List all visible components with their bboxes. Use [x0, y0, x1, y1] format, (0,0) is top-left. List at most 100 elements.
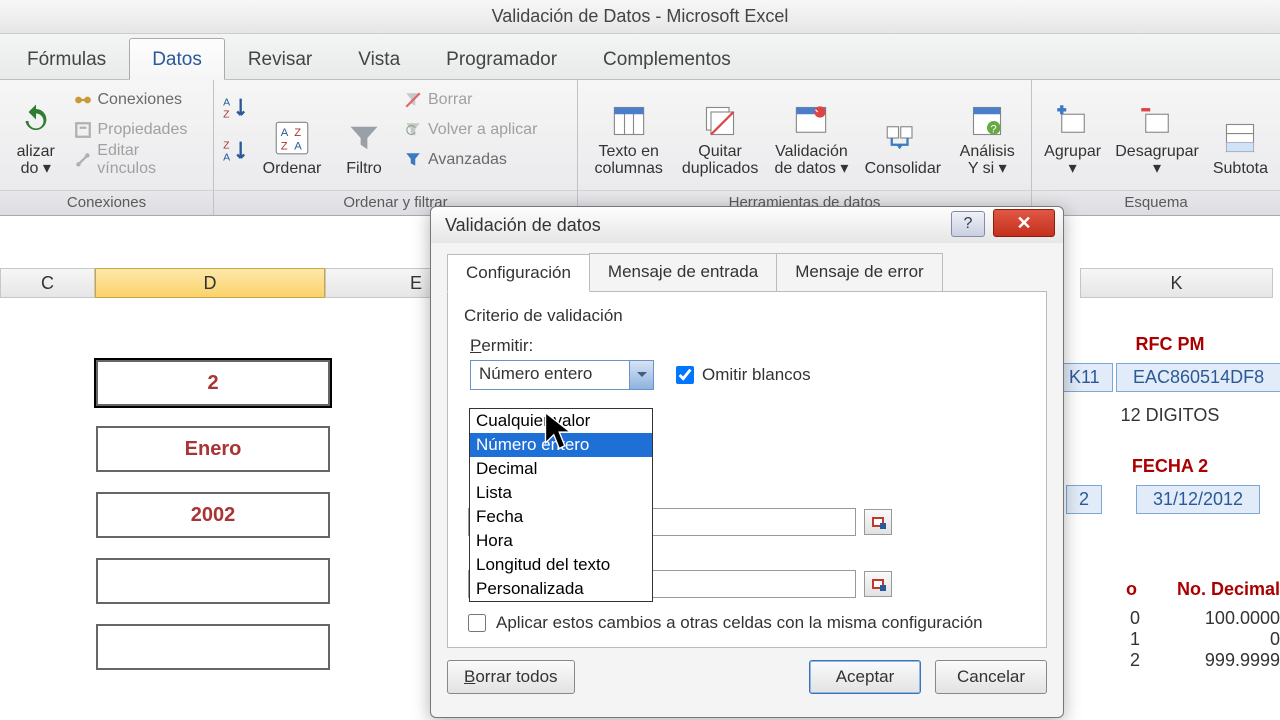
- consolidar-button[interactable]: Consolidar: [860, 86, 945, 180]
- borrar-todos-button[interactable]: BBorrar todosorrar todos: [447, 660, 575, 694]
- quitar-duplicados-button[interactable]: Quitar duplicados: [677, 86, 762, 180]
- reaplicar-button[interactable]: Volver a aplicar: [400, 116, 541, 144]
- avanzadas-label: Avanzadas: [428, 151, 507, 169]
- dd-decimal[interactable]: Decimal: [470, 457, 652, 481]
- k-val-1[interactable]: EAC860514DF8: [1116, 363, 1280, 392]
- k-r2a[interactable]: 2: [1130, 650, 1140, 671]
- subtotal-button[interactable]: Subtota: [1209, 86, 1272, 180]
- omitir-blancos-label: Omitir blancos: [702, 365, 811, 385]
- agrupar-button[interactable]: Agrupar ▾: [1040, 86, 1105, 180]
- subtotal-icon: [1222, 120, 1258, 156]
- k-r1a[interactable]: 1: [1130, 629, 1140, 650]
- dialog-title: Validación de datos: [445, 215, 601, 236]
- k-val-2[interactable]: 31/12/2012: [1136, 485, 1260, 514]
- col-header-d[interactable]: D: [95, 268, 325, 298]
- help-button[interactable]: ?: [951, 211, 985, 237]
- avanzadas-button[interactable]: Avanzadas: [400, 146, 541, 174]
- dialog-buttons: BBorrar todosorrar todos Aceptar Cancela…: [431, 660, 1063, 708]
- sort-icon: AZZA: [274, 120, 310, 156]
- consolidar-label: Consolidar: [865, 160, 941, 178]
- desagrupar-button[interactable]: Desagrupar ▾: [1111, 86, 1203, 180]
- tab-formulas[interactable]: Fórmulas: [4, 38, 129, 79]
- data-validation-dialog: Validación de datos ? ✕ Configuración Me…: [430, 206, 1064, 718]
- column-k-content: RFC PM K11 EAC860514DF8 12 DIGITOS FECHA…: [1060, 334, 1280, 671]
- clear-filter-icon: [404, 91, 422, 109]
- sort-desc-icon[interactable]: ZA: [222, 137, 250, 170]
- dd-cualquier-valor[interactable]: Cualquier valor: [470, 409, 652, 433]
- tab-programador[interactable]: Programador: [423, 38, 580, 79]
- k-ref-2[interactable]: 2: [1066, 485, 1102, 514]
- dd-lista[interactable]: Lista: [470, 481, 652, 505]
- col-header-c[interactable]: C: [0, 268, 95, 298]
- svg-text:?: ?: [991, 123, 997, 135]
- tab-vista[interactable]: Vista: [335, 38, 423, 79]
- dd-fecha[interactable]: Fecha: [470, 505, 652, 529]
- k-r1b[interactable]: 0: [1180, 629, 1280, 650]
- edit-links-icon: [74, 151, 92, 169]
- permitir-combo-value: Número entero: [471, 361, 629, 389]
- k-r0b[interactable]: 100.0000: [1180, 608, 1280, 629]
- dd-personalizada[interactable]: Personalizada: [470, 577, 652, 601]
- filtro-button[interactable]: Filtro: [334, 86, 394, 180]
- k-ref-1[interactable]: K11: [1056, 363, 1113, 392]
- editar-vinculos-button[interactable]: Editar vínculos: [70, 146, 206, 174]
- texto-columnas-button[interactable]: Texto en columnas: [586, 86, 671, 180]
- tab-mensaje-entrada[interactable]: Mensaje de entrada: [589, 253, 777, 291]
- tab-complementos[interactable]: Complementos: [580, 38, 754, 79]
- svg-text:Z: Z: [223, 140, 230, 152]
- connections-icon: [74, 91, 92, 109]
- cell-d-selected[interactable]: 2: [96, 360, 330, 406]
- analisis-ysi-button[interactable]: ? Análisis Y si ▾: [952, 86, 1023, 180]
- dd-longitud-texto[interactable]: Longitud del texto: [470, 553, 652, 577]
- cell-column-d: 2 Enero 2002: [96, 360, 330, 690]
- cell-d-2[interactable]: Enero: [96, 426, 330, 472]
- permitir-label: PPermitir:ermitir:: [470, 336, 1030, 356]
- apply-changes-row[interactable]: Aplicar estos cambios a otras celdas con…: [468, 613, 983, 633]
- dialog-body: Configuración Mensaje de entrada Mensaje…: [431, 243, 1063, 660]
- cancelar-button[interactable]: Cancelar: [935, 660, 1047, 694]
- dialog-titlebar[interactable]: Validación de datos ? ✕: [431, 207, 1063, 243]
- cell-d-4[interactable]: [96, 558, 330, 604]
- k-header-fecha2: FECHA 2: [1060, 456, 1280, 477]
- propiedades-button[interactable]: Propiedades: [70, 116, 206, 144]
- apply-changes-checkbox[interactable]: [468, 614, 486, 632]
- cell-d-5[interactable]: [96, 624, 330, 670]
- subtotal-label: Subtota: [1213, 160, 1268, 178]
- tab-revisar[interactable]: Revisar: [225, 38, 335, 79]
- k-r0a[interactable]: 0: [1130, 608, 1140, 629]
- col-header-k[interactable]: K: [1080, 268, 1273, 298]
- analisis-ysi-label: Análisis Y si ▾: [960, 143, 1015, 178]
- refresh-icon: [18, 103, 54, 139]
- omitir-blancos-checkbox[interactable]: Omitir blancos: [676, 365, 811, 385]
- tab-mensaje-error[interactable]: Mensaje de error: [776, 253, 943, 291]
- conexiones-button[interactable]: Conexiones: [70, 86, 206, 114]
- advanced-filter-icon: [404, 151, 422, 169]
- maximo-range-button[interactable]: [864, 571, 892, 597]
- dd-hora[interactable]: Hora: [470, 529, 652, 553]
- refresh-all-button[interactable]: alizar do ▾: [8, 86, 64, 180]
- k-header-rfc: RFC PM: [1060, 334, 1280, 355]
- k-r2b[interactable]: 999.9999: [1180, 650, 1280, 671]
- consolidate-icon: [885, 120, 921, 156]
- svg-text:Z: Z: [281, 141, 288, 153]
- texto-columnas-label: Texto en columnas: [594, 143, 662, 178]
- borrar-button[interactable]: Borrar: [400, 86, 541, 114]
- tab-datos[interactable]: Datos: [129, 38, 225, 80]
- close-button[interactable]: ✕: [993, 209, 1055, 237]
- ordenar-button[interactable]: AZZA Ordenar: [256, 86, 328, 180]
- properties-icon: [74, 121, 92, 139]
- conexiones-label: Conexiones: [98, 91, 183, 109]
- permitir-dropdown-list[interactable]: Cualquier valor Número entero Decimal Li…: [469, 408, 653, 602]
- tab-configuracion[interactable]: Configuración: [447, 254, 590, 292]
- permitir-combo[interactable]: Número entero: [470, 360, 654, 390]
- validacion-datos-button[interactable]: Validación de datos ▾: [769, 86, 854, 180]
- sort-asc-icon[interactable]: AZ: [222, 94, 250, 127]
- aceptar-button[interactable]: Aceptar: [809, 660, 921, 694]
- dialog-tabs: Configuración Mensaje de entrada Mensaje…: [447, 253, 1047, 292]
- validacion-datos-label: Validación de datos ▾: [775, 143, 849, 178]
- omitir-blancos-input[interactable]: [676, 366, 694, 384]
- cell-d-3[interactable]: 2002: [96, 492, 330, 538]
- dd-numero-entero[interactable]: Número entero: [470, 433, 652, 457]
- permitir-combo-dropdown-button[interactable]: [629, 361, 653, 389]
- minimo-range-button[interactable]: [864, 509, 892, 535]
